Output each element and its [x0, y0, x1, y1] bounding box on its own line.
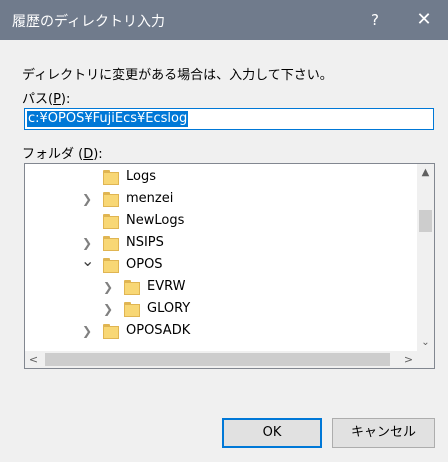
chevron-right-icon[interactable]: ❯: [81, 320, 93, 342]
cancel-button[interactable]: キャンセル: [332, 418, 435, 448]
chevron-right-icon[interactable]: ❯: [81, 188, 93, 210]
folder-icon: [124, 301, 140, 317]
tree-item[interactable]: ⌄ OPOS: [25, 253, 415, 276]
path-label-key: P: [53, 92, 61, 107]
tree-item-label: GLORY: [147, 301, 191, 316]
scroll-right-arrow-icon[interactable]: >: [400, 351, 417, 368]
path-input-value: c:¥OPOS¥FujiEcs¥Ecslog: [27, 111, 189, 127]
path-label-prefix: パス(: [22, 92, 54, 107]
title-bar: 履歴のディレクトリ入力 ? ✕: [0, 0, 448, 40]
scrollbar-corner: [417, 351, 434, 368]
tree-item[interactable]: ❯ OPOSADK: [25, 320, 415, 342]
tree-item-label: menzei: [126, 191, 174, 206]
instruction-text: ディレクトリに変更がある場合は、入力して下さい。: [22, 68, 333, 83]
horizontal-scrollbar[interactable]: < >: [25, 351, 417, 368]
tree-item[interactable]: ❯ menzei: [25, 188, 415, 210]
ok-button[interactable]: OK: [222, 418, 322, 448]
scroll-down-arrow-icon[interactable]: ⌄: [417, 334, 434, 351]
tree-item-label: OPOSADK: [126, 323, 191, 338]
chevron-right-icon[interactable]: ❯: [102, 298, 114, 320]
folder-icon: [103, 213, 119, 229]
tree-item[interactable]: ❯ GLORY: [25, 298, 415, 320]
tree-item[interactable]: ❯ EVRW: [25, 276, 415, 298]
folder-icon: [103, 235, 119, 251]
folder-icon: [103, 323, 119, 339]
folder-icon: [103, 191, 119, 207]
path-input[interactable]: c:¥OPOS¥FujiEcs¥Ecslog: [24, 108, 434, 130]
folder-label-prefix: フォルダ (: [22, 147, 84, 162]
folder-tree[interactable]: Logs ❯ menzei NewLogs ❯ NSIPS ⌄ OPOS ❯ EVRW ❯ GLORY…: [24, 163, 435, 369]
window-title: 履歴のディレクトリ入力: [12, 14, 166, 30]
path-label: パス(P):: [22, 88, 70, 107]
folder-icon: [124, 279, 140, 295]
tree-item[interactable]: NewLogs: [25, 210, 415, 232]
tree-item[interactable]: Logs: [25, 166, 415, 188]
help-button[interactable]: ?: [360, 4, 390, 36]
tree-item-label: Logs: [126, 169, 156, 184]
folder-label-key: D: [83, 147, 94, 162]
scroll-left-arrow-icon[interactable]: <: [25, 351, 42, 368]
chevron-right-icon[interactable]: ❯: [102, 276, 114, 298]
tree-item-label: OPOS: [126, 257, 163, 272]
folder-icon: [103, 257, 119, 273]
folder-label: フォルダ (D):: [22, 143, 103, 162]
tree-item-label: NSIPS: [126, 235, 164, 250]
close-button[interactable]: ✕: [404, 4, 444, 36]
horizontal-scroll-thumb[interactable]: [45, 353, 390, 366]
chevron-down-icon[interactable]: ⌄: [81, 253, 94, 276]
vertical-scroll-thumb[interactable]: [419, 210, 432, 232]
vertical-scrollbar[interactable]: ▲ ⌄: [417, 164, 434, 351]
tree-item-label: NewLogs: [126, 213, 185, 228]
path-label-suffix: ):: [60, 92, 71, 107]
folder-label-suffix: ):: [93, 147, 103, 162]
tree-item-label: EVRW: [147, 279, 186, 294]
folder-icon: [103, 169, 119, 185]
scroll-up-arrow-icon[interactable]: ▲: [417, 164, 434, 181]
